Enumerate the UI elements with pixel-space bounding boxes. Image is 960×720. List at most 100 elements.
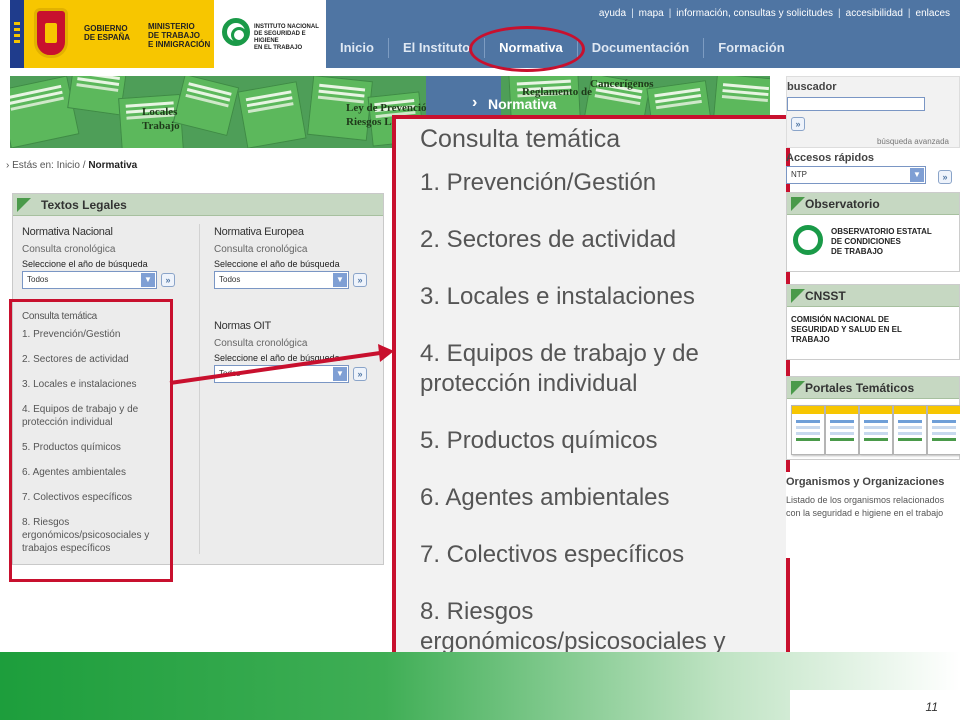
link-mapa[interactable]: mapa <box>639 8 664 19</box>
breadcrumb-prefix: Estás en: <box>12 160 54 171</box>
breadcrumb-home[interactable]: Inicio <box>57 160 80 171</box>
link-enlaces[interactable]: enlaces <box>916 8 950 19</box>
observatorio-panel[interactable]: Observatorio Observatorio Estatal de Con… <box>786 192 960 272</box>
book-title: Ley de Prevención <box>346 102 433 114</box>
ministerio-line: de Trabajo <box>148 31 201 40</box>
year-select-value: Todos <box>27 275 49 284</box>
gobierno-line: de España <box>84 33 131 42</box>
chevron-down-icon[interactable]: ▼ <box>141 273 155 287</box>
year-label: Seleccione el año de búsqueda <box>214 353 340 363</box>
year-select-value: Todos <box>219 275 241 284</box>
organismos-panel[interactable]: Organismos y Organizaciones Listado de l… <box>786 472 960 558</box>
chevron-down-icon[interactable]: ▼ <box>333 273 347 287</box>
panel-title: CNSST <box>805 289 846 303</box>
ministerio-line: e Inmigración <box>148 40 211 49</box>
banner-book <box>172 76 240 137</box>
zoom-topic: 4. Equipos de trabajo y de protección in… <box>420 340 699 397</box>
observatorio-line: Observatorio Estatal <box>831 227 932 236</box>
portal-thumbnail[interactable] <box>893 405 927 455</box>
ministerio-line: Ministerio <box>148 22 195 31</box>
portal-thumbnail[interactable] <box>927 405 960 455</box>
book-title: Cancerígenos <box>590 78 654 90</box>
zoom-topic: 7. Colectivos específicos <box>420 541 685 568</box>
nav-inicio[interactable]: Inicio <box>326 38 389 58</box>
top-nav-bar: ayuda | mapa | información, consultas y soli… <box>326 0 960 68</box>
corner-flag-icon <box>791 289 805 303</box>
panel-header: Portales Temáticos <box>787 377 959 399</box>
normas-oit-column: Normas OIT Consulta cronológica Seleccio… <box>214 320 367 383</box>
book-title: Locales <box>142 106 178 118</box>
go-button[interactable]: » <box>353 367 367 381</box>
chevron-down-icon[interactable]: ▼ <box>333 367 347 381</box>
corner-flag-icon <box>17 198 31 212</box>
organismos-title: Organismos y Organizaciones <box>786 476 945 488</box>
search-go-button[interactable]: » <box>791 117 805 131</box>
portal-thumbnail[interactable] <box>791 405 825 455</box>
quick-access-label: Accesos rápidos <box>786 152 875 164</box>
portales-panel[interactable]: Portales Temáticos <box>786 376 960 460</box>
separator: | <box>631 8 634 19</box>
chevron-right-icon: › <box>472 94 478 111</box>
search-input[interactable] <box>787 97 925 111</box>
zoom-topic: 5. Productos químicos <box>420 427 658 454</box>
search-panel: buscador » búsqueda avanzada <box>786 76 960 148</box>
organismos-description: Listado de los organismos relacionados c… <box>786 495 945 518</box>
go-button[interactable]: » <box>161 273 175 287</box>
banner-label: Normativa <box>488 96 557 112</box>
chevron-down-icon[interactable]: ▼ <box>910 168 924 182</box>
ministerio-text: Ministerio de Trabajo e Inmigración <box>148 22 212 49</box>
separator: | <box>907 8 911 19</box>
coat-of-arms-icon <box>34 8 68 58</box>
search-label: buscador <box>787 81 837 93</box>
observatorio-line: de Condiciones <box>831 237 901 246</box>
link-accesibilidad[interactable]: accesibilidad <box>846 8 903 19</box>
cnsst-panel[interactable]: CNSST Comisión Nacional de Seguridad y S… <box>786 284 960 360</box>
year-select-value: Todos <box>219 369 241 378</box>
separator: | <box>838 8 841 19</box>
panel-header: Textos Legales <box>13 194 383 216</box>
insht-name: Instituto Nacional de Seguridad e Higien… <box>254 24 324 52</box>
chrono-link[interactable]: Consulta cronológica <box>22 244 175 255</box>
zoom-topic: 2. Sectores de actividad <box>420 226 677 253</box>
banner-book <box>237 81 307 148</box>
year-select-row: Todos ▼ » <box>214 365 367 383</box>
utility-links: ayuda | mapa | información, consultas y soli… <box>599 8 950 19</box>
eu-flag-strip <box>10 0 24 68</box>
corner-flag-icon <box>791 197 805 211</box>
insht-line: de Seguridad e Higiene <box>254 31 306 44</box>
highlight-oval <box>469 26 585 72</box>
cnsst-line: Trabajo <box>791 335 830 344</box>
quick-go-button[interactable]: » <box>938 170 952 184</box>
link-ayuda[interactable]: ayuda <box>599 8 626 19</box>
breadcrumb-current: Normativa <box>88 160 138 171</box>
year-select[interactable]: Todos ▼ <box>214 271 349 289</box>
banner-book <box>67 76 127 116</box>
panel-title: Observatorio <box>805 197 880 211</box>
highlight-box <box>9 299 173 582</box>
nav-documentacion[interactable]: Documentación <box>578 38 705 58</box>
portal-thumbnail[interactable] <box>859 405 893 455</box>
year-select[interactable]: Todos ▼ <box>214 365 349 383</box>
panel-header: CNSST <box>787 285 959 307</box>
portal-thumbnail[interactable] <box>825 405 859 455</box>
nav-formacion[interactable]: Formación <box>704 38 798 58</box>
panel-title: Portales Temáticos <box>805 381 915 395</box>
go-button[interactable]: » <box>353 273 367 287</box>
link-informacion[interactable]: información, consultas y solicitudes <box>676 8 833 19</box>
breadcrumb: › Estás en: Inicio / Normativa <box>6 160 137 171</box>
zoom-topic: 6. Agentes ambientales <box>420 484 670 511</box>
insht-logo-icon[interactable] <box>222 18 250 46</box>
zoom-title: Consulta temática <box>420 125 621 153</box>
year-select-row: Todos ▼ » <box>214 271 367 289</box>
advanced-search-link[interactable]: búsqueda avanzada <box>877 137 949 146</box>
government-logo[interactable]: Gobierno de España Ministerio de Trabajo… <box>24 0 214 68</box>
year-select[interactable]: Todos ▼ <box>22 271 157 289</box>
quick-access-select[interactable]: NTP ▼ <box>786 166 926 184</box>
chevron-right-icon: › <box>6 160 10 171</box>
gobierno-text: Gobierno de España <box>84 24 144 42</box>
column-divider <box>199 224 200 554</box>
chrono-link[interactable]: Consulta cronológica <box>214 338 367 349</box>
chrono-link[interactable]: Consulta cronológica <box>214 244 367 255</box>
panel-title: Textos Legales <box>41 198 127 212</box>
observatorio-name: Observatorio Estatal de Condiciones de T… <box>831 227 949 257</box>
